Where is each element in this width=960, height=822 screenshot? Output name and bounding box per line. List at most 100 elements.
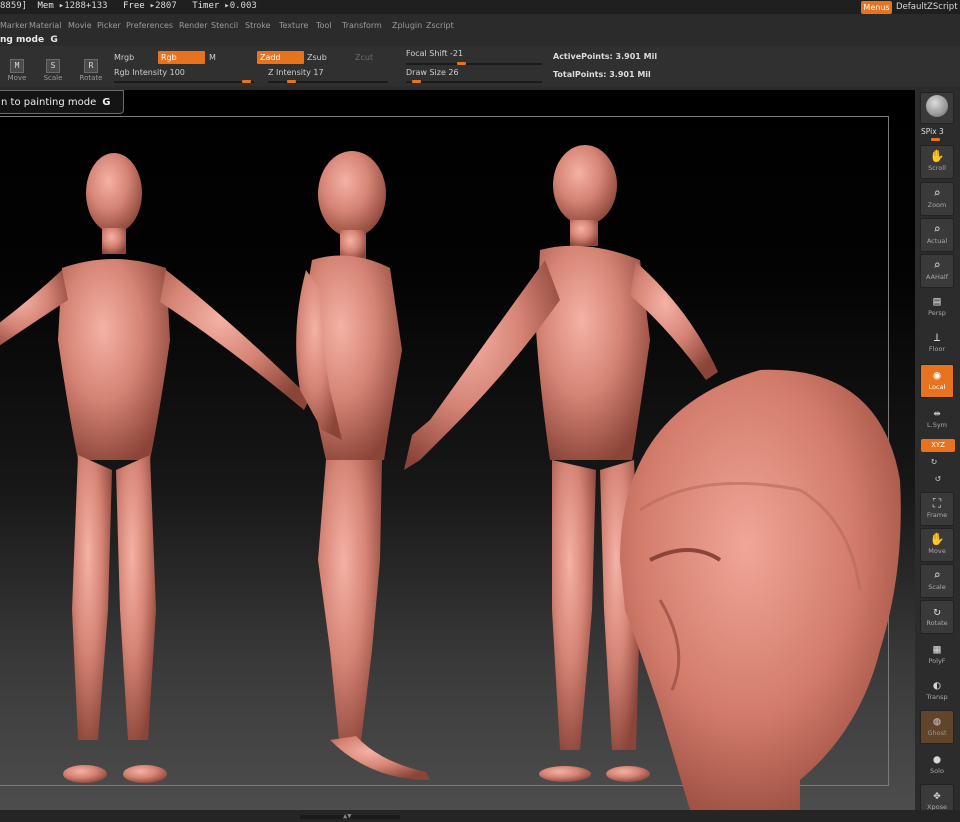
z-intensity-slider-label[interactable]: Z Intensity 17	[268, 68, 324, 77]
timer-label: Timer	[192, 1, 220, 11]
menus-button[interactable]: Menus	[861, 1, 892, 14]
frame-button[interactable]: ⛶ Frame	[920, 492, 954, 526]
status-bar: 8859] Mem ▸1288+133 Free ▸2807 Timer ▸0.003	[0, 0, 960, 14]
painting-mode-tooltip: n to painting mode G	[0, 90, 124, 114]
menu-stencil[interactable]: Stencil	[211, 18, 238, 33]
move-icon: M	[10, 59, 24, 73]
floor-button[interactable]: ⊥ Floor	[920, 326, 954, 360]
draw-size-value: 26	[448, 68, 459, 77]
rgb-button[interactable]: Rgb	[158, 51, 205, 64]
rotate-label: Rotate	[79, 74, 103, 82]
menu-zscript[interactable]: Zscript	[426, 18, 454, 33]
menu-marker[interactable]: Marker	[0, 18, 28, 33]
zadd-button[interactable]: Zadd	[257, 51, 304, 64]
persp-button[interactable]: ▤ Persp	[920, 290, 954, 324]
magnifier-actual-icon: ⌕	[933, 222, 941, 236]
solo-button[interactable]: ● Solo	[920, 748, 954, 782]
scroll-button[interactable]: ✋ Scroll	[920, 145, 954, 179]
spix-thumb[interactable]	[931, 138, 940, 141]
active-points-value: 3.901 Mil	[615, 52, 658, 61]
move-button[interactable]: M Move	[2, 50, 32, 86]
mem-value: 1288+133	[64, 1, 108, 11]
active-points: ActivePoints: 3.901 Mil	[553, 52, 658, 61]
xpose-icon: ✥	[933, 788, 941, 802]
scale-view-button[interactable]: ⌕ Scale	[920, 564, 954, 598]
bpr-button[interactable]: BPR	[920, 92, 954, 124]
rotate-y-icon[interactable]: ↻	[931, 456, 937, 467]
zsub-button[interactable]: Zsub	[307, 53, 327, 62]
menu-zplugin[interactable]: Zplugin	[392, 18, 422, 33]
document-viewport[interactable]: n to painting mode G	[0, 90, 915, 810]
frame-icon: ⛶	[932, 496, 942, 510]
zoom-button[interactable]: ⌕ Zoom	[920, 182, 954, 216]
front-figure	[0, 153, 310, 783]
rgb-intensity-thumb[interactable]	[242, 80, 252, 83]
menu-stroke[interactable]: Stroke	[245, 18, 271, 33]
menu-preferences[interactable]: Preferences	[126, 18, 173, 33]
mode-hotkey: G	[50, 35, 58, 45]
menu-tool[interactable]: Tool	[316, 18, 332, 33]
transparency-icon: ◐	[933, 678, 941, 692]
bottom-bar	[0, 810, 960, 822]
draw-size-thumb[interactable]	[412, 80, 422, 83]
actual-button[interactable]: ⌕ Actual	[920, 218, 954, 252]
spix-slider[interactable]: SPix 3	[921, 127, 944, 136]
timer-value: 0.003	[229, 1, 257, 11]
local-button[interactable]: ◉ Local	[920, 364, 954, 398]
menu-render[interactable]: Render	[179, 18, 207, 33]
menu-picker[interactable]: Picker	[97, 18, 121, 33]
solo-icon: ●	[933, 752, 941, 766]
rgb-intensity-value: 100	[169, 68, 185, 77]
focal-shift-slider[interactable]	[406, 63, 542, 65]
lsym-button[interactable]: ⇹ L.Sym	[920, 402, 954, 436]
menu-movie[interactable]: Movie	[68, 18, 92, 33]
aahalf-button[interactable]: ⌕ AAHalf	[920, 254, 954, 288]
perspective-grid-icon: ▤	[933, 294, 941, 308]
rotate-z-icon[interactable]: ↺	[935, 473, 941, 484]
focal-shift-slider-label[interactable]: Focal Shift -21	[406, 49, 463, 58]
polyf-button[interactable]: ▦ PolyF	[920, 638, 954, 672]
z-intensity-thumb[interactable]	[286, 80, 296, 83]
rotate-button[interactable]: R Rotate	[76, 50, 106, 86]
status-id: 8859]	[0, 1, 28, 11]
transp-button[interactable]: ◐ Transp	[920, 674, 954, 708]
scale-button[interactable]: S Scale	[38, 50, 68, 86]
focal-shift-value: -21	[450, 49, 464, 58]
zcut-button[interactable]: Zcut	[355, 53, 373, 62]
floor-icon: ⊥	[933, 330, 941, 344]
top-shelf: M Move S Scale R Rotate Mrgb Rgb M Rgb I…	[0, 46, 960, 86]
rgb-intensity-slider-label[interactable]: Rgb Intensity 100	[114, 68, 185, 77]
move-label: Move	[7, 74, 27, 82]
scale-icon: ⌕	[933, 568, 941, 582]
spix-value: 3	[939, 127, 944, 136]
sculpt-models[interactable]	[0, 90, 915, 810]
local-symmetry-icon: ⇹	[933, 406, 941, 420]
menu-transform[interactable]: Transform	[342, 18, 382, 33]
draw-size-slider-label[interactable]: Draw Size 26	[406, 68, 459, 77]
rgb-intensity-slider[interactable]	[114, 81, 254, 83]
m-button[interactable]: M	[209, 53, 216, 62]
xyz-button[interactable]: XYZ	[921, 439, 955, 452]
rotate-icon: R	[84, 59, 98, 73]
default-zscript-button[interactable]: DefaultZScript	[896, 2, 958, 12]
mrgb-button[interactable]: Mrgb	[114, 53, 134, 62]
menu-material[interactable]: Material	[29, 18, 62, 33]
tray-arrows-icon[interactable]: ▲▼	[343, 812, 351, 820]
focal-shift-thumb[interactable]	[456, 62, 466, 65]
local-icon: ◉	[933, 368, 941, 382]
hand-move-icon: ✋	[929, 532, 945, 546]
scale-label: Scale	[43, 74, 63, 82]
draw-size-slider[interactable]	[406, 81, 542, 83]
ghost-button[interactable]: ◍ Ghost	[920, 710, 954, 744]
total-points: TotalPoints: 3.901 Mil	[553, 70, 651, 79]
move-view-button[interactable]: ✋ Move	[920, 528, 954, 562]
menu-texture[interactable]: Texture	[279, 18, 308, 33]
z-intensity-value: 17	[313, 68, 324, 77]
tooltip-hotkey: G	[102, 97, 111, 108]
menu-bar: Marker Material Movie Picker Preferences…	[0, 18, 960, 33]
mode-label: ng mode G	[0, 35, 58, 45]
rotate-view-button[interactable]: ↻ Rotate	[920, 600, 954, 634]
ghost-icon: ◍	[933, 714, 941, 728]
scale-icon: S	[46, 59, 60, 73]
total-points-value: 3.901 Mil	[609, 70, 651, 79]
